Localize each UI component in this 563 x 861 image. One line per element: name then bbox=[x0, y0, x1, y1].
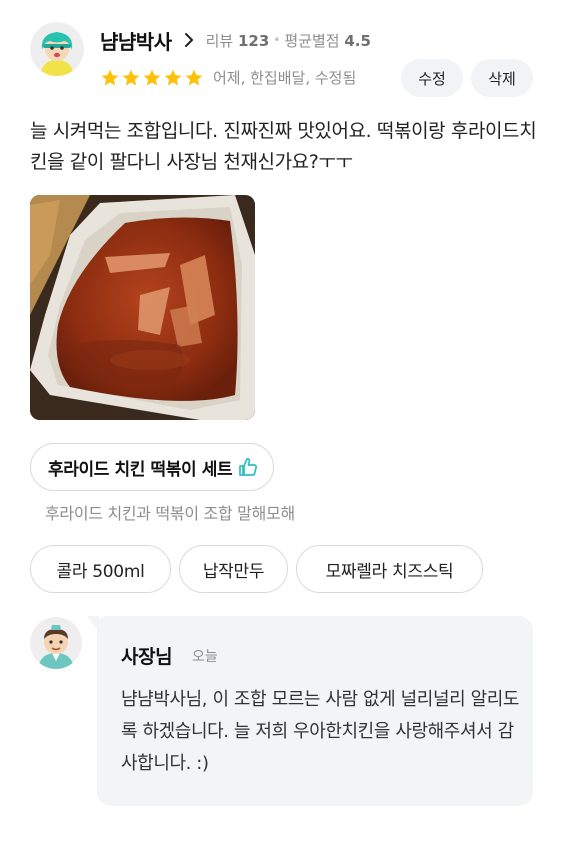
owner-avatar bbox=[30, 617, 82, 669]
average-rating-label: 평균별점 bbox=[284, 31, 340, 50]
review-count: 리뷰 123 bbox=[206, 30, 270, 51]
menu-description: 후라이드 치킨과 떡볶이 조합 말해모해 bbox=[45, 504, 295, 523]
user-name[interactable]: 냠냠박사 bbox=[100, 26, 172, 55]
star-icon bbox=[164, 69, 182, 86]
chevron-right-icon[interactable] bbox=[178, 29, 200, 51]
star-icon bbox=[101, 69, 119, 86]
option-chip[interactable]: 모짜렐라 치즈스틱 bbox=[296, 545, 483, 593]
rating-stars bbox=[100, 67, 205, 89]
reply-time: 오늘 bbox=[192, 649, 218, 665]
review-photo[interactable] bbox=[30, 195, 255, 420]
star-icon bbox=[122, 69, 140, 86]
star-icon bbox=[185, 69, 203, 86]
average-rating-value: 4.5 bbox=[344, 31, 371, 50]
user-info-row: 냠냠박사 리뷰 123 • 평균별점 4.5 bbox=[100, 26, 371, 54]
review-count-label: 리뷰 bbox=[205, 31, 234, 50]
review-text: 늘 시켜먹는 조합입니다. 진짜진짜 맛있어요. 떡볶이랑 후라이드치킨을 같이… bbox=[30, 120, 537, 173]
delete-button[interactable]: 삭제 bbox=[471, 59, 533, 97]
owner-reply: 사장님 오늘 냠냠박사님, 이 조합 모르는 사람 없게 널리널리 알리도록 하… bbox=[87, 616, 533, 806]
reply-text: 냠냠박사님, 이 조합 모르는 사람 없게 널리널리 알리도록 하겠습니다. 늘… bbox=[121, 689, 520, 774]
reply-author: 사장님 bbox=[121, 646, 173, 668]
star-icon bbox=[143, 69, 161, 86]
menu-name: 후라이드 치킨 떡볶이 세트 bbox=[48, 459, 233, 480]
edit-button[interactable]: 수정 bbox=[401, 59, 463, 97]
average-rating: 평균별점 4.5 bbox=[284, 30, 371, 51]
option-chip[interactable]: 콜라 500ml bbox=[30, 545, 171, 593]
thumbs-up-icon bbox=[237, 456, 259, 478]
review-count-value: 123 bbox=[238, 31, 270, 50]
menu-chip[interactable]: 후라이드 치킨 떡볶이 세트 bbox=[30, 443, 275, 491]
user-avatar[interactable] bbox=[30, 22, 84, 76]
meta-separator: • bbox=[273, 33, 281, 47]
review-info: 어제, 한집배달, 수정됨 bbox=[213, 69, 357, 87]
option-chip[interactable]: 납작만두 bbox=[179, 545, 288, 593]
